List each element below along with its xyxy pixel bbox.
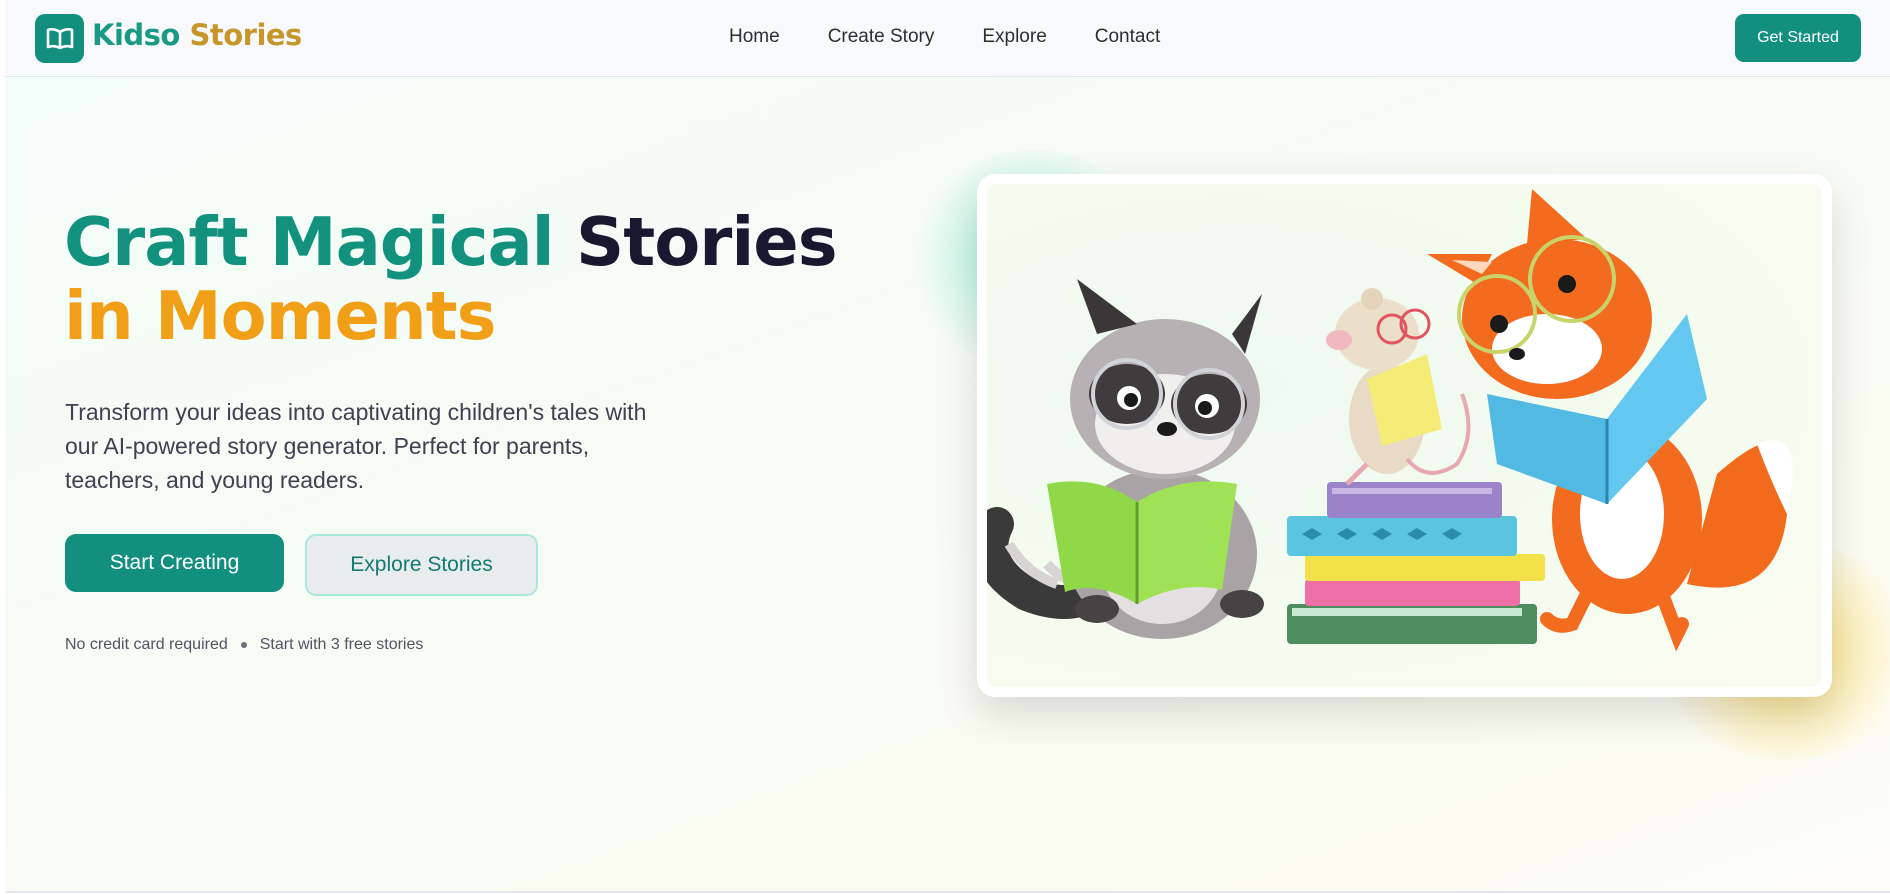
hero-headline: Craft Magical Stories in Moments [64,203,838,355]
brand-name-part2: Stories [189,18,302,52]
hero-subtext: Transform your ideas into captivating ch… [65,399,647,493]
explore-stories-button[interactable]: Explore Stories [305,534,538,596]
bullet-separator [240,642,247,648]
mouse-figure [1326,288,1471,486]
brand-name-part1: Kidso [92,18,180,52]
top-nav: Kidso Stories Home Create Story Explore … [5,0,1890,77]
nav-link-create-story[interactable]: Create Story [828,26,935,48]
book-stack [1287,482,1545,644]
headline-part3: in Moments [64,277,497,355]
nav-links: Home Create Story Explore Contact [729,26,1208,48]
nav-link-explore[interactable]: Explore [982,26,1046,48]
nav-link-home[interactable]: Home [729,26,780,48]
illustration-frame [987,184,1822,687]
note-no-credit-card: No credit card required [65,636,228,653]
get-started-button[interactable]: Get Started [1735,14,1861,62]
brand-logo-text[interactable]: Kidso Stories [92,18,302,52]
headline-part2: Stories [575,203,838,281]
nav-link-contact[interactable]: Contact [1095,26,1160,48]
raccoon-mouse-fox-reading-illustration [987,189,1793,652]
page-frame: Kidso Stories Home Create Story Explore … [5,0,1890,893]
start-creating-button[interactable]: Start Creating [65,534,284,592]
open-book-icon [46,27,73,49]
hero-illustration-card [977,174,1832,697]
raccoon-figure [987,279,1264,639]
headline-part1: Craft Magical [64,203,555,281]
logo-icon-box[interactable] [35,14,84,63]
hero-note: No credit card required Start with 3 fre… [65,636,423,654]
note-free-stories: Start with 3 free stories [259,636,424,653]
